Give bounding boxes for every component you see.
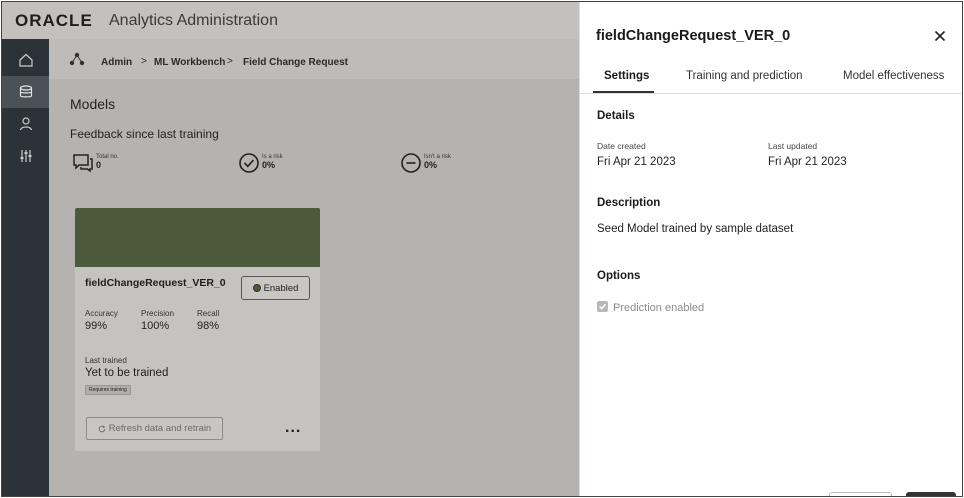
breadcrumb-ml-workbench[interactable]: ML Workbench xyxy=(154,57,225,68)
enabled-status-button[interactable]: Enabled xyxy=(241,276,310,300)
metric-total: Total no. 0 xyxy=(72,152,119,174)
database-icon xyxy=(19,85,32,98)
stat-accuracy: Accuracy 99% xyxy=(85,309,118,332)
panel-title: fieldChangeRequest_VER_0 xyxy=(596,28,791,44)
chat-icon xyxy=(73,154,93,173)
card-banner xyxy=(75,208,320,267)
nav-home[interactable] xyxy=(2,44,49,76)
page-title: Models xyxy=(70,96,116,112)
last-updated-label: Last updated xyxy=(768,141,818,151)
footer-secondary-button[interactable] xyxy=(829,492,892,496)
feedback-title: Feedback since last training xyxy=(70,127,219,141)
tab-model-effectiveness[interactable]: Model effectiveness xyxy=(843,70,944,82)
minus-circle-icon xyxy=(401,153,421,173)
tab-training-and-prediction[interactable]: Training and prediction xyxy=(686,70,803,82)
last-updated-value: Fri Apr 21 2023 xyxy=(768,156,847,168)
date-created-label: Date created xyxy=(597,141,646,151)
breadcrumb-field-change-request: Field Change Request xyxy=(243,57,349,68)
prediction-enabled-label: Prediction enabled xyxy=(613,302,705,314)
sliders-icon xyxy=(20,150,31,162)
nav-settings[interactable] xyxy=(2,140,49,172)
app-window: ORACLE Analytics Administration Admin > … xyxy=(1,1,963,497)
left-nav-rail xyxy=(2,39,49,496)
refresh-retrain-label: Refresh data and retrain xyxy=(108,423,212,434)
model-card[interactable]: fieldChangeRequest_VER_0 Enabled Accurac… xyxy=(75,208,320,451)
model-details-panel: fieldChangeRequest_VER_0 Settings Traini… xyxy=(579,2,962,496)
tab-settings[interactable]: Settings xyxy=(604,70,649,82)
model-name: fieldChangeRequest_VER_0 xyxy=(85,277,226,289)
description-value: Seed Model trained by sample dataset xyxy=(597,223,794,235)
network-icon xyxy=(69,52,85,66)
stat-value: 100% xyxy=(141,320,170,332)
check-circle-icon xyxy=(239,153,259,173)
stat-label: Precision xyxy=(141,309,174,318)
enabled-label: Enabled xyxy=(263,282,299,294)
oracle-logo: ORACLE xyxy=(15,11,93,30)
breadcrumb-separator: > xyxy=(141,56,147,67)
active-tab-indicator xyxy=(593,91,654,93)
metric-value: 0% xyxy=(424,160,438,170)
metric-is-risk: Is a risk 0% xyxy=(238,152,283,174)
metric-value: 0 xyxy=(96,160,102,170)
breadcrumb-admin[interactable]: Admin xyxy=(101,57,132,68)
nav-data[interactable] xyxy=(2,76,49,108)
home-icon xyxy=(18,53,33,67)
checkmark-icon xyxy=(599,303,607,310)
date-created-value: Fri Apr 21 2023 xyxy=(597,156,676,168)
prediction-enabled-checkbox[interactable] xyxy=(597,301,608,312)
details-heading: Details xyxy=(597,110,635,122)
app-title: Analytics Administration xyxy=(109,12,278,29)
stat-precision: Precision 100% xyxy=(141,309,174,332)
status-dot-icon xyxy=(252,284,261,292)
user-icon xyxy=(19,117,32,131)
metric-isnt-risk: Isn't a risk 0% xyxy=(400,152,451,174)
footer-primary-button[interactable] xyxy=(906,492,956,496)
options-heading: Options xyxy=(597,270,641,282)
refresh-retrain-button[interactable]: Refresh data and retrain xyxy=(86,417,223,440)
stat-value: 99% xyxy=(85,320,108,332)
last-trained-label: Last trained xyxy=(85,356,127,365)
breadcrumb-separator: > xyxy=(227,56,233,67)
more-options-button[interactable]: ... xyxy=(285,419,301,437)
stat-recall: Recall 98% xyxy=(197,309,219,332)
stat-label: Recall xyxy=(197,309,220,318)
refresh-icon xyxy=(98,425,106,432)
last-trained-value: Yet to be trained xyxy=(85,367,169,379)
close-icon[interactable] xyxy=(932,28,948,44)
stat-label: Accuracy xyxy=(85,309,118,318)
metric-value: 0% xyxy=(262,160,276,170)
stat-value: 98% xyxy=(197,320,220,332)
description-heading: Description xyxy=(597,197,661,209)
panel-tabs: Settings Training and prediction Model e… xyxy=(580,62,962,94)
requires-training-badge: Requires training xyxy=(85,385,131,395)
nav-users[interactable] xyxy=(2,108,49,140)
